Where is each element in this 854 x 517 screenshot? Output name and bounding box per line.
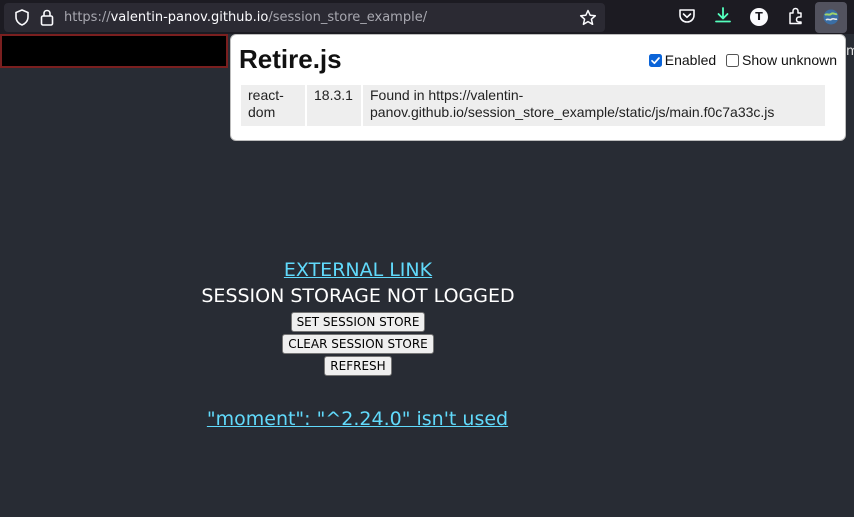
- main-content: EXTERNAL LINK SESSION STORAGE NOT LOGGED…: [195, 258, 521, 376]
- retirejs-popup: Retire.js Enabled Show unknown react-dom…: [230, 34, 846, 141]
- extensions-icon[interactable]: [786, 6, 806, 26]
- location-cell: Found in https://valentin-panov.github.i…: [363, 85, 825, 126]
- component-cell: react-dom: [241, 85, 305, 126]
- url-path: /session_store_example/: [268, 10, 428, 25]
- clear-session-store-button[interactable]: CLEAR SESSION STORE: [282, 334, 434, 354]
- lock-icon[interactable]: [40, 9, 54, 26]
- show-unknown-option[interactable]: Show unknown: [726, 52, 837, 68]
- star-icon[interactable]: [579, 9, 597, 27]
- session-status-text: SESSION STORAGE NOT LOGGED: [201, 285, 515, 307]
- enabled-label: Enabled: [664, 52, 717, 68]
- table-row: react-dom 18.3.1 Found in https://valent…: [241, 85, 825, 126]
- show-unknown-checkbox[interactable]: [726, 54, 740, 67]
- url-host: valentin-panov.github.io: [110, 10, 269, 25]
- show-unknown-label: Show unknown: [742, 52, 837, 68]
- version-cell: 18.3.1: [307, 85, 361, 126]
- popup-title: Retire.js: [239, 44, 342, 74]
- results-table: react-dom 18.3.1 Found in https://valent…: [239, 83, 827, 128]
- retirejs-extension-icon: [823, 9, 839, 25]
- url-protocol: https://: [64, 10, 111, 25]
- browser-toolbar: https://valentin-panov.github.io/session…: [0, 0, 854, 34]
- header-bar: [0, 34, 228, 68]
- download-icon[interactable]: [713, 6, 733, 26]
- shield-icon[interactable]: [14, 9, 30, 26]
- popup-options: Enabled Show unknown: [648, 51, 837, 69]
- retirejs-extension-button[interactable]: [815, 2, 847, 33]
- enabled-checkbox[interactable]: [648, 54, 662, 67]
- refresh-button[interactable]: REFRESH: [324, 356, 392, 376]
- pocket-icon[interactable]: [677, 6, 697, 26]
- external-link[interactable]: EXTERNAL LINK: [195, 258, 521, 283]
- set-session-store-button[interactable]: SET SESSION STORE: [290, 312, 426, 332]
- moment-link[interactable]: "moment": "^2.24.0" isn't used: [140, 406, 575, 432]
- address-bar[interactable]: https://valentin-panov.github.io/session…: [4, 3, 605, 32]
- clipped-text: m: [846, 44, 854, 59]
- profile-avatar[interactable]: T: [750, 8, 768, 26]
- url-text[interactable]: https://valentin-panov.github.io/session…: [64, 9, 427, 26]
